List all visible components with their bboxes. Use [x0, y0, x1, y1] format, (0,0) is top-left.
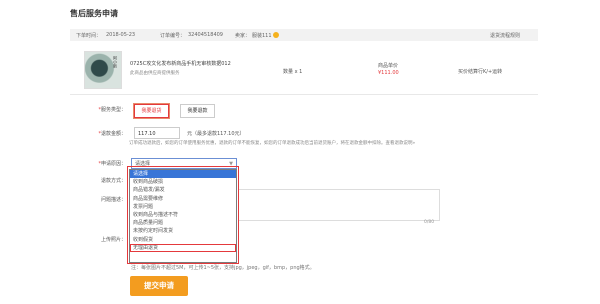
- product-thumbnail-text: 阿小新: [113, 56, 118, 68]
- product-quantity: 数量 x 1: [283, 69, 303, 75]
- refund-warning: 订单成功退款后，如您的订单使用服务优惠，退款的订单不能恢复，如您的订单退款成功后…: [129, 141, 416, 146]
- order-number: 32404518409: [188, 32, 223, 38]
- reason-option[interactable]: 发票问题: [130, 203, 236, 211]
- seller-name[interactable]: 服装111: [252, 32, 279, 39]
- reason-option[interactable]: 收到假货: [130, 236, 236, 244]
- price-value: ¥111.00: [378, 70, 399, 76]
- upload-label: 上传照片：: [100, 237, 126, 243]
- reason-option[interactable]: 商品错发/漏发: [130, 186, 236, 194]
- product-extra: 买价结算行K/+运转: [458, 69, 503, 75]
- reason-option[interactable]: 商品质量问题: [130, 219, 236, 227]
- reason-option-no-reason[interactable]: 无理由退货: [130, 243, 236, 252]
- reason-label: *申请原因：: [98, 161, 126, 167]
- order-date-label: 下单时间：: [76, 33, 102, 39]
- seller-chat-icon[interactable]: [272, 32, 279, 38]
- product-name[interactable]: 0725C攻文化发布新商品手机无审核数据012: [130, 60, 231, 67]
- amount-label: *退款金额：: [98, 131, 126, 137]
- service-type-refund-button[interactable]: 我要退款: [180, 104, 215, 118]
- service-type-return-button[interactable]: 我要退货: [134, 104, 169, 118]
- reason-option[interactable]: 请选择: [130, 170, 236, 179]
- order-number-label: 订单编号：: [160, 33, 186, 39]
- reason-option[interactable]: 未按约定时间发货: [130, 227, 236, 235]
- refund-amount-input[interactable]: 117.10: [134, 127, 180, 139]
- problem-label: 问题描述：: [100, 197, 126, 203]
- amount-note: 元（最多退款117.10元）: [187, 131, 245, 137]
- page-title: 售后服务申请: [70, 9, 118, 18]
- submit-button[interactable]: 提交申请: [130, 276, 188, 296]
- service-type-label: *服务类型：: [98, 107, 126, 113]
- char-counter: 0/80: [424, 220, 435, 225]
- refund-method-label: 退款方式：: [100, 178, 126, 184]
- reason-option[interactable]: 收到商品与描述不符: [130, 211, 236, 219]
- return-rules-link[interactable]: 退货流程规则: [490, 32, 520, 39]
- price-label: 商品单价: [378, 63, 399, 69]
- order-date: 2018-05-23: [106, 32, 136, 38]
- problem-description-textarea[interactable]: [238, 189, 440, 221]
- order-info-bar: 下单时间： 2018-05-23 订单编号： 32404518409 卖家： 服…: [70, 29, 538, 41]
- upload-hint: 注：每张图片不超过5M，可上传1~5张，支持jpg，jpeg，gif，bmp，p…: [131, 265, 315, 271]
- seller-label: 卖家：: [235, 33, 251, 39]
- reason-option[interactable]: 收到商品破损: [130, 178, 236, 186]
- reason-dropdown-list[interactable]: 请选择 收到商品破损 商品错发/漏发 商品需要维修 发票问题 收到商品与描述不符…: [129, 169, 237, 263]
- reason-option[interactable]: 商品需要维修: [130, 195, 236, 203]
- product-note: 此商品由供应商提供服务: [130, 71, 180, 76]
